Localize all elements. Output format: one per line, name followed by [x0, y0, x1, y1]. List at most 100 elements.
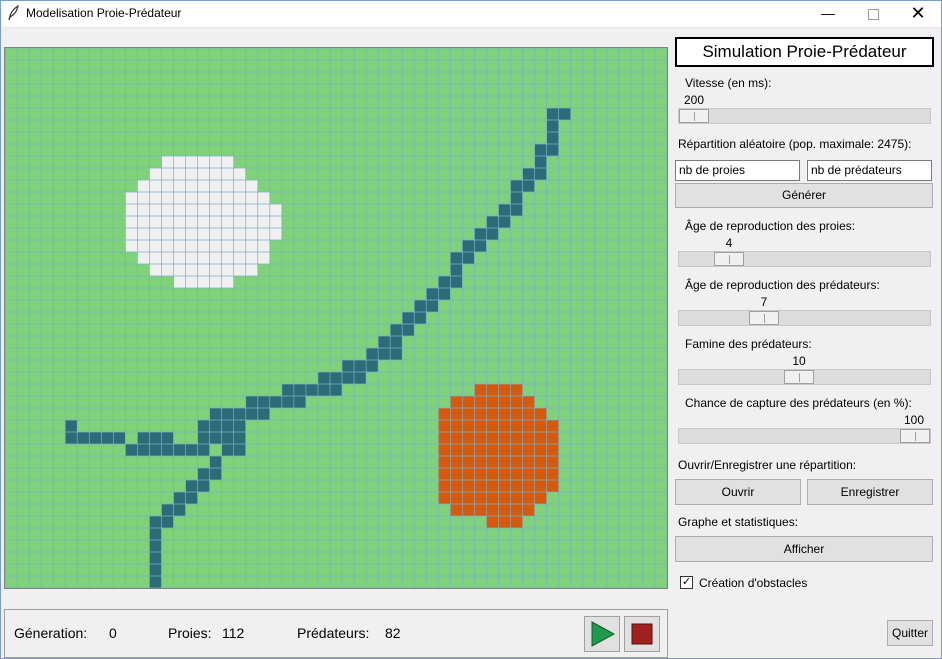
prey-cell[interactable]: [233, 192, 246, 204]
prey-cell[interactable]: [197, 192, 210, 204]
prey-cell[interactable]: [233, 204, 246, 216]
prey-cell[interactable]: [185, 204, 198, 216]
prey-cell[interactable]: [221, 240, 234, 252]
prey-cell[interactable]: [125, 216, 138, 228]
predator-cell[interactable]: [534, 456, 547, 468]
obstacle-cell[interactable]: [221, 408, 234, 420]
prey-cell[interactable]: [149, 252, 162, 264]
prey-cell[interactable]: [161, 216, 174, 228]
predator-cell[interactable]: [510, 468, 523, 480]
prey-cell[interactable]: [137, 180, 150, 192]
obstacle-cell[interactable]: [149, 432, 162, 444]
predator-cell[interactable]: [498, 444, 511, 456]
generate-button[interactable]: Générer: [675, 183, 933, 208]
obstacle-cell[interactable]: [185, 480, 198, 492]
obstacle-cell[interactable]: [498, 216, 511, 228]
predator-cell[interactable]: [462, 432, 475, 444]
predator-cell[interactable]: [450, 492, 463, 504]
obstacle-cell[interactable]: [390, 348, 403, 360]
prey-cell[interactable]: [245, 216, 258, 228]
obstacle-cell[interactable]: [221, 432, 234, 444]
predator-count-input[interactable]: nb de prédateurs: [807, 160, 932, 181]
obstacle-cell[interactable]: [354, 360, 367, 372]
predator-cell[interactable]: [534, 492, 547, 504]
obstacle-cell[interactable]: [245, 408, 258, 420]
obstacle-cell[interactable]: [149, 552, 162, 564]
predator-cell[interactable]: [522, 468, 535, 480]
prey-cell[interactable]: [221, 168, 234, 180]
predator-cell[interactable]: [522, 504, 535, 516]
obstacle-cell[interactable]: [209, 408, 222, 420]
obstacle-cell[interactable]: [522, 168, 535, 180]
speed-slider-handle[interactable]: [679, 109, 709, 123]
prey-cell[interactable]: [209, 180, 222, 192]
predator-cell[interactable]: [474, 384, 487, 396]
minimize-button[interactable]: —: [805, 0, 851, 27]
predator-cell[interactable]: [438, 420, 451, 432]
prey-cell[interactable]: [197, 252, 210, 264]
prey-cell[interactable]: [245, 240, 258, 252]
obstacle-cell[interactable]: [510, 180, 523, 192]
obstacle-cell[interactable]: [269, 396, 282, 408]
predator-cell[interactable]: [534, 480, 547, 492]
predator-cell[interactable]: [474, 480, 487, 492]
speed-slider[interactable]: [678, 108, 931, 124]
obstacle-cell[interactable]: [233, 408, 246, 420]
prey-cell[interactable]: [257, 252, 270, 264]
obstacle-cell[interactable]: [342, 360, 355, 372]
predator-cell[interactable]: [498, 420, 511, 432]
prey-cell[interactable]: [173, 180, 186, 192]
obstacle-cell[interactable]: [149, 444, 162, 456]
predator-cell[interactable]: [510, 396, 523, 408]
prey-cell[interactable]: [269, 216, 282, 228]
predator-cell[interactable]: [438, 492, 451, 504]
obstacle-cell[interactable]: [173, 504, 186, 516]
obstacle-cell[interactable]: [149, 528, 162, 540]
obstacle-cell[interactable]: [450, 264, 463, 276]
predator-cell[interactable]: [474, 444, 487, 456]
prey-cell[interactable]: [125, 228, 138, 240]
obstacle-cell[interactable]: [546, 108, 559, 120]
predator-cell[interactable]: [498, 504, 511, 516]
predator-cell[interactable]: [510, 456, 523, 468]
predator-cell[interactable]: [462, 468, 475, 480]
prey-cell[interactable]: [257, 216, 270, 228]
prey-cell[interactable]: [233, 216, 246, 228]
predator-cell[interactable]: [510, 444, 523, 456]
predator-cell[interactable]: [498, 384, 511, 396]
predator-cell[interactable]: [546, 444, 559, 456]
predator-cell[interactable]: [450, 456, 463, 468]
obstacle-cell[interactable]: [149, 576, 162, 588]
predator-cell[interactable]: [450, 504, 463, 516]
obstacle-cell[interactable]: [221, 420, 234, 432]
prey-cell[interactable]: [245, 192, 258, 204]
obstacle-cell[interactable]: [293, 396, 306, 408]
prey-cell[interactable]: [173, 276, 186, 288]
obstacle-cell[interactable]: [173, 444, 186, 456]
prey-cell[interactable]: [209, 156, 222, 168]
prey-cell[interactable]: [173, 252, 186, 264]
prey-cell[interactable]: [197, 240, 210, 252]
predator-cell[interactable]: [462, 480, 475, 492]
obstacle-cell[interactable]: [546, 120, 559, 132]
predator-cell[interactable]: [498, 492, 511, 504]
obstacle-cell[interactable]: [390, 336, 403, 348]
obstacle-cell[interactable]: [257, 408, 270, 420]
obstacle-cell[interactable]: [317, 372, 330, 384]
obstacle-cell[interactable]: [197, 432, 210, 444]
predator-cell[interactable]: [438, 408, 451, 420]
prey-cell[interactable]: [137, 252, 150, 264]
predator-cell[interactable]: [462, 492, 475, 504]
prey-cell[interactable]: [257, 192, 270, 204]
obstacle-cell[interactable]: [233, 432, 246, 444]
prey-cell[interactable]: [185, 252, 198, 264]
prey-repro-slider[interactable]: [678, 251, 931, 267]
predator-cell[interactable]: [546, 456, 559, 468]
obstacle-cell[interactable]: [534, 156, 547, 168]
obstacle-cell[interactable]: [293, 384, 306, 396]
predator-cell[interactable]: [438, 468, 451, 480]
predator-cell[interactable]: [450, 420, 463, 432]
prey-cell[interactable]: [221, 228, 234, 240]
obstacle-cell[interactable]: [173, 492, 186, 504]
predator-cell[interactable]: [522, 408, 535, 420]
